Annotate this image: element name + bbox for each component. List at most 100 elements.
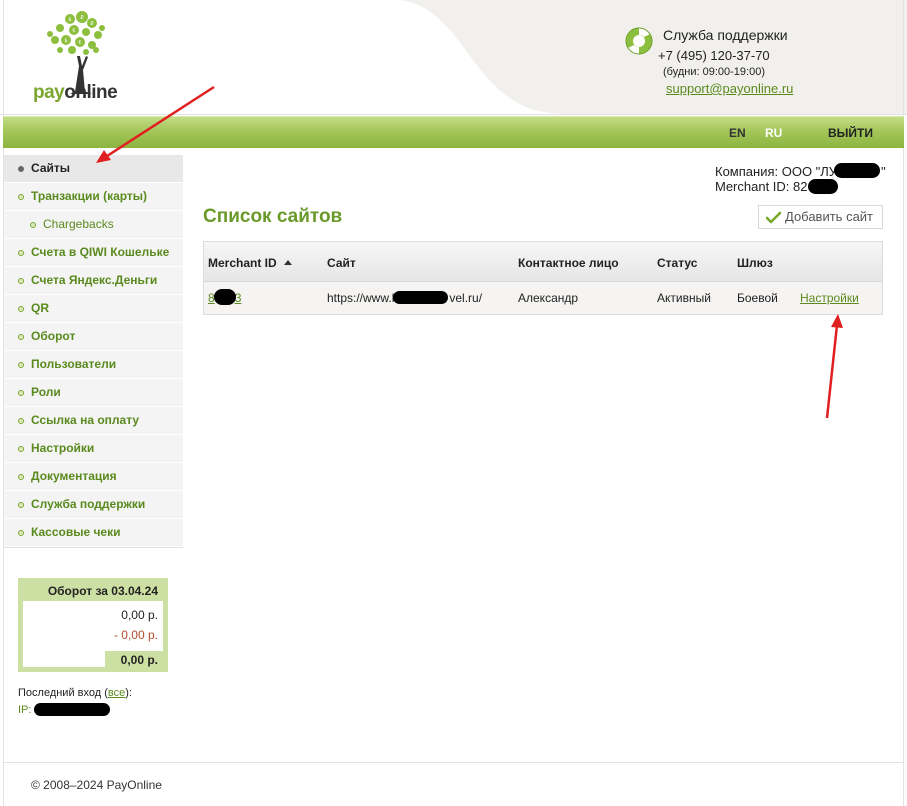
header-background-shape bbox=[0, 0, 907, 115]
redaction-mark bbox=[393, 291, 448, 304]
gateway-value: Боевой bbox=[737, 291, 778, 305]
sidebar-item-documentation[interactable]: Документация bbox=[4, 463, 183, 491]
table-header: Merchant ID Сайт Контактное лицо Статус … bbox=[204, 242, 882, 282]
status-value: Активный bbox=[657, 291, 711, 305]
th-site: Сайт bbox=[327, 256, 356, 270]
redaction-mark bbox=[34, 703, 110, 716]
th-gateway: Шлюз bbox=[737, 256, 773, 270]
th-merchant-id[interactable]: Merchant ID bbox=[208, 256, 292, 270]
add-site-button[interactable]: Добавить сайт bbox=[758, 205, 883, 229]
sidebar-item-label: Документация bbox=[31, 469, 117, 483]
sidebar-item-sites[interactable]: Сайты bbox=[4, 155, 183, 183]
bullet-icon bbox=[18, 334, 24, 340]
company-name: Компания: ООО "ЛУ bbox=[715, 164, 838, 179]
turnover-widget: Оборот за 03.04.24 0,00 р. - 0,00 р. 0,0… bbox=[18, 578, 168, 672]
sidebar-item-label: Транзакции (карты) bbox=[31, 189, 148, 203]
checkmark-icon bbox=[766, 211, 781, 224]
sidebar-item-support[interactable]: Служба поддержки bbox=[4, 491, 183, 519]
turnover-total: 0,00 р. bbox=[120, 653, 158, 667]
sidebar-item-transactions[interactable]: Транзакции (карты) bbox=[4, 183, 183, 211]
bullet-icon bbox=[18, 530, 24, 536]
sidebar-bottom-line bbox=[4, 547, 183, 548]
site-url-end: vel.ru/ bbox=[449, 291, 483, 305]
th-contact: Контактное лицо bbox=[518, 256, 619, 270]
sidebar-item-label: Пользователи bbox=[31, 357, 117, 371]
top-nav-bar: EN RU ВЫЙТИ bbox=[3, 116, 904, 148]
svg-text:€: € bbox=[72, 28, 75, 34]
sidebar-menu: Сайты Транзакции (карты) Chargebacks Сче… bbox=[4, 155, 183, 547]
sidebar-item-yandex[interactable]: Счета Яндекс.Деньги bbox=[4, 267, 183, 295]
add-site-label: Добавить сайт bbox=[785, 209, 874, 224]
turnover-title: Оборот за 03.04.24 bbox=[47, 584, 158, 598]
merchant-id-line: Merchant ID: 82 bbox=[715, 179, 808, 194]
svg-text:€: € bbox=[78, 40, 81, 46]
sidebar-item-label: Счета Яндекс.Деньги bbox=[31, 273, 158, 287]
company-name-end: " bbox=[881, 164, 886, 179]
th-label: Merchant ID bbox=[208, 256, 277, 270]
sidebar-item-label: Служба поддержки bbox=[31, 497, 146, 511]
turnover-amount: 0,00 р. bbox=[121, 608, 158, 622]
sidebar-item-receipts[interactable]: Кассовые чеки bbox=[4, 519, 183, 547]
support-title: Служба поддержки bbox=[663, 27, 788, 43]
sidebar-item-settings[interactable]: Настройки bbox=[4, 435, 183, 463]
sidebar-item-users[interactable]: Пользователи bbox=[4, 351, 183, 379]
sidebar-item-roles[interactable]: Роли bbox=[4, 379, 183, 407]
turnover-refunds: - 0,00 р. bbox=[113, 628, 158, 642]
site-url-start: https://www.l bbox=[327, 291, 395, 305]
sidebar-item-label: Chargebacks bbox=[43, 217, 114, 231]
logo-pay: pay bbox=[33, 82, 65, 103]
bullet-icon bbox=[18, 446, 24, 452]
sidebar-item-qiwi[interactable]: Счета в QIWI Кошельке bbox=[4, 239, 183, 267]
last-login-all-link[interactable]: все bbox=[108, 687, 125, 699]
red-arrow-settings bbox=[825, 314, 843, 419]
sidebar-item-label: Оборот bbox=[31, 329, 76, 343]
sidebar-item-label: Настройки bbox=[31, 441, 95, 455]
bullet-icon bbox=[18, 418, 24, 424]
logo-online: online bbox=[64, 82, 118, 103]
lang-en-link[interactable]: EN bbox=[729, 126, 746, 140]
sidebar-item-label: Счета в QIWI Кошельке bbox=[31, 245, 170, 259]
sort-up-icon bbox=[283, 260, 292, 265]
svg-text:$: $ bbox=[68, 17, 71, 23]
footer-copyright: © 2008–2024 PayOnline bbox=[31, 778, 162, 792]
bullet-icon bbox=[18, 502, 24, 508]
last-login-label-end: ): bbox=[125, 687, 132, 699]
svg-text:$: $ bbox=[64, 38, 67, 44]
bullet-icon bbox=[18, 306, 24, 312]
sites-table: Merchant ID Сайт Контактное лицо Статус … bbox=[203, 241, 883, 315]
support-hours: (будни: 09:00-19:00) bbox=[663, 66, 765, 78]
sidebar-item-chargebacks[interactable]: Chargebacks bbox=[4, 211, 183, 239]
sidebar-item-label: QR bbox=[31, 301, 49, 315]
support-email-link[interactable]: support@payonline.ru bbox=[666, 81, 793, 96]
table-row: 83 https://www.l vel.ru/ Александр Активн… bbox=[204, 282, 882, 314]
payonline-logo-text[interactable]: payonline bbox=[33, 82, 118, 104]
redaction-mark bbox=[834, 163, 880, 178]
contact-name: Александр bbox=[518, 291, 579, 305]
logout-link[interactable]: ВЫЙТИ bbox=[828, 126, 873, 140]
footer-divider bbox=[4, 762, 903, 763]
bullet-icon bbox=[18, 194, 24, 200]
sidebar-item-label: Роли bbox=[31, 385, 61, 399]
lifebuoy-icon bbox=[625, 27, 653, 55]
sidebar-item-qr[interactable]: QR bbox=[4, 295, 183, 323]
bullet-icon bbox=[18, 166, 24, 172]
settings-link[interactable]: Настройки bbox=[800, 291, 859, 305]
header: ₽ $ € $ € ₽ payonline Служба поддержки +7 (4… bbox=[0, 0, 907, 116]
sidebar-item-label: Ссылка на оплату bbox=[31, 413, 140, 427]
bullet-icon bbox=[30, 222, 36, 228]
sidebar-item-label: Сайты bbox=[31, 161, 70, 175]
bullet-icon bbox=[18, 362, 24, 368]
sidebar-item-payment-link[interactable]: Ссылка на оплату bbox=[4, 407, 183, 435]
lang-ru-link[interactable]: RU bbox=[765, 126, 782, 140]
sidebar-item-turnover[interactable]: Оборот bbox=[4, 323, 183, 351]
th-status: Статус bbox=[657, 256, 698, 270]
last-login: Последний вход (все): bbox=[18, 687, 132, 699]
support-phone: +7 (495) 120-37-70 bbox=[658, 48, 770, 63]
page-title: Список сайтов bbox=[203, 206, 343, 227]
turnover-values: 0,00 р. - 0,00 р. 0,00 р. bbox=[23, 601, 163, 667]
bullet-icon bbox=[18, 250, 24, 256]
bullet-icon bbox=[18, 390, 24, 396]
sidebar-item-label: Кассовые чеки bbox=[31, 525, 121, 539]
redaction-mark bbox=[214, 289, 236, 305]
last-login-label: Последний вход ( bbox=[18, 687, 108, 699]
